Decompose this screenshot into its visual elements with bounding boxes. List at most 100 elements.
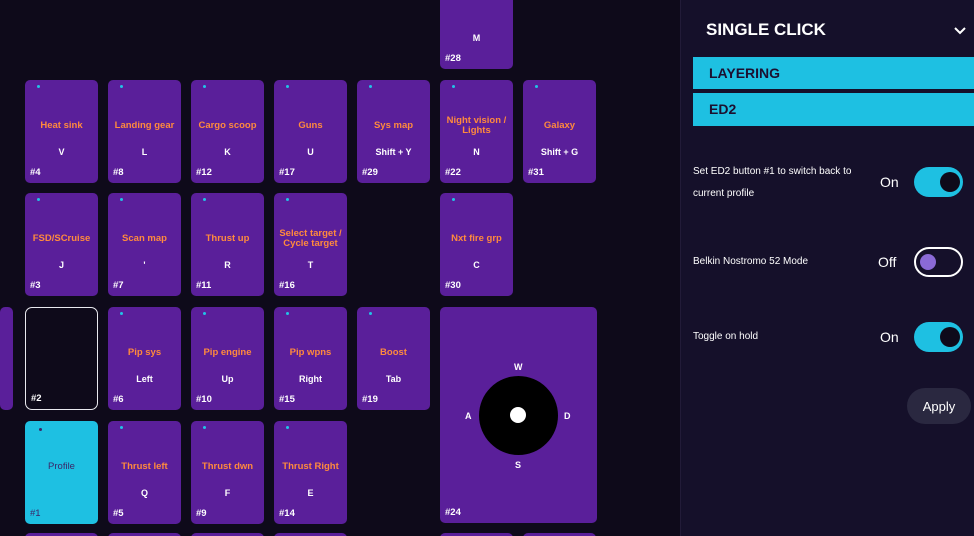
key-binding: E [307,488,314,498]
key-12[interactable]: Cargo scoop K #12 [191,80,264,183]
tab-layering[interactable]: LAYERING [693,57,974,89]
chevron-down-icon[interactable] [954,24,966,38]
key-number: #30 [445,280,461,291]
key-action: Cargo scoop [198,120,257,131]
key-4[interactable]: Heat sink V #4 [25,80,98,183]
setting-state-switch-back: On [880,174,899,190]
key-11[interactable]: Thrust up R #11 [191,193,264,296]
key-7[interactable]: Scan map ' #7 [108,193,181,296]
joystick-right-label: D [564,411,571,421]
key-number: #3 [30,280,41,291]
key-10[interactable]: Pip engine Up #10 [191,307,264,410]
key-binding: Shift + G [540,147,579,157]
key-action: Nxt fire grp [451,233,502,244]
key-number: #2 [31,393,42,404]
key-binding: C [473,260,480,270]
key-number: #28 [445,53,461,64]
key-number: #8 [113,167,124,178]
joystick-left-label: A [465,411,472,421]
key-2-unassigned[interactable]: #2 [25,307,98,410]
key-binding: M [472,33,481,43]
key-15[interactable]: Pip wpns Right #15 [274,307,347,410]
key-binding: Left [136,374,153,384]
setting-label-nostromo-mode: Belkin Nostromo 52 Mode [693,256,809,267]
key-17[interactable]: Guns U #17 [274,80,347,183]
setting-label-switch-back: Set ED2 button #1 to switch back to curr… [693,166,852,199]
key-number: #10 [196,394,212,405]
indicator-dot [369,312,372,315]
key-action: Heat sink [40,120,83,131]
key-1-profile[interactable]: Profile #1 [25,421,98,524]
settings-panel: SINGLE CLICK LAYERING ED2 Set ED2 button… [680,0,974,536]
key-8[interactable]: Landing gear L #8 [108,80,181,183]
key-binding: ' [143,260,146,270]
key-number: #16 [279,280,295,291]
key-binding: K [224,147,231,157]
key-30[interactable]: Nxt fire grp C #30 [440,193,513,296]
indicator-dot [286,426,289,429]
key-action: Galaxy [543,120,576,131]
key-binding: R [224,260,231,270]
key-action: Select target / Cycle target [279,228,342,249]
indicator-dot [203,312,206,315]
indicator-dot [37,85,40,88]
key-number: #9 [196,508,207,519]
key-9[interactable]: Thrust dwn F #9 [191,421,264,524]
key-number: #17 [279,167,295,178]
key-number: #31 [528,167,544,178]
joystick-knob[interactable] [510,407,526,423]
indicator-dot [286,85,289,88]
indicator-dot [286,312,289,315]
key-action: Sys map [373,120,414,131]
key-action: Pip engine [203,347,252,358]
keypad: M #28 Heat sink V #4 Landing gear L #8 C… [0,0,680,536]
toggle-thumb [940,172,960,192]
key-14[interactable]: Thrust Right E #14 [274,421,347,524]
key-action: Pip sys [127,347,162,358]
key-5[interactable]: Thrust left Q #5 [108,421,181,524]
key-22[interactable]: Night vision / Lights N #22 [440,80,513,183]
key-6[interactable]: Pip sys Left #6 [108,307,181,410]
indicator-dot [203,198,206,201]
key-29[interactable]: Sys map Shift + Y #29 [357,80,430,183]
key-action: Guns [298,120,323,131]
key-binding: Right [299,374,322,384]
indicator-dot [452,85,455,88]
key-action: Thrust up [205,233,250,244]
toggle-thumb [940,327,960,347]
key-3[interactable]: FSD/SCruise J #3 [25,193,98,296]
key-number: #6 [113,394,124,405]
key-28[interactable]: M #28 [440,0,513,69]
key-binding: Up [221,374,234,384]
apply-button[interactable]: Apply [907,388,971,424]
key-31[interactable]: Galaxy Shift + G #31 [523,80,596,183]
key-action: Thrust left [121,461,168,472]
key-action: FSD/SCruise [32,233,91,244]
joystick-circle[interactable] [479,376,558,455]
key-number: #15 [279,394,295,405]
toggle-switch-back[interactable] [914,167,963,197]
key-number: #24 [445,507,461,518]
toggle-thumb [920,254,936,270]
tab-ed2[interactable]: ED2 [693,93,974,126]
key-binding: J [58,260,64,270]
joystick-down-label: S [515,460,522,470]
key-number: #29 [362,167,378,178]
indicator-dot [203,85,206,88]
setting-label-toggle-on-hold: Toggle on hold [693,331,759,342]
indicator-dot [286,198,289,201]
partial-key [0,307,13,410]
key-19[interactable]: Boost Tab #19 [357,307,430,410]
key-number: #7 [113,280,124,291]
toggle-on-hold[interactable] [914,322,963,352]
key-binding: N [473,147,480,157]
key-number: #4 [30,167,41,178]
key-number: #22 [445,167,461,178]
joystick-pad[interactable]: W A D S #24 [440,307,597,523]
toggle-nostromo-mode[interactable] [914,247,963,277]
indicator-dot [369,85,372,88]
key-action: Night vision / Lights [446,115,507,136]
key-16[interactable]: Select target / Cycle target T #16 [274,193,347,296]
indicator-dot [452,198,455,201]
indicator-dot [120,426,123,429]
